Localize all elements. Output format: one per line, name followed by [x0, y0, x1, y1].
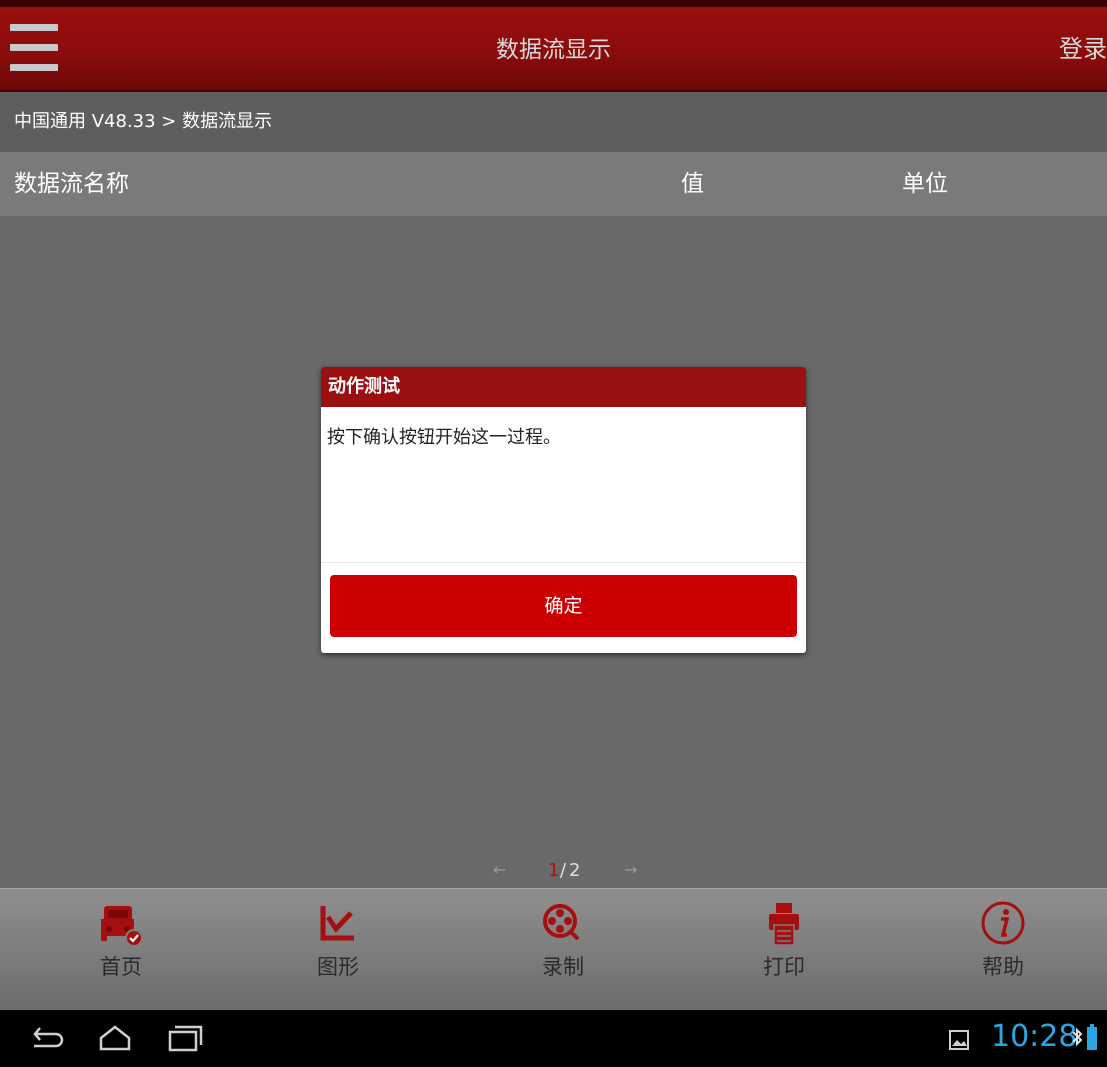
toolbar-help-label: 帮助 [982, 955, 1024, 979]
recents-icon[interactable] [167, 1024, 203, 1052]
system-nav-bar: 10:28 [0, 1010, 1107, 1067]
printer-icon [769, 903, 799, 946]
toolbar-graph-label: 图形 [317, 955, 359, 979]
pagination: ← 1 / 2 → [0, 860, 1107, 884]
breadcrumb: 中国通用 V48.33 > 数据流显示 [0, 92, 1107, 152]
column-header-name: 数据流名称 [14, 171, 129, 197]
back-icon[interactable] [30, 1024, 66, 1052]
bottom-toolbar: 首页 图形 录制 打印 帮助 [0, 888, 1107, 1011]
page-title: 数据流显示 [496, 37, 611, 63]
graph-icon [320, 906, 354, 941]
arrow-left-icon[interactable]: ← [493, 860, 506, 879]
toolbar-print-button[interactable]: 打印 [724, 889, 844, 1011]
total-pages: 2 [569, 860, 581, 881]
current-page: 1 [548, 860, 560, 881]
bluetooth-icon [1072, 1027, 1083, 1047]
dialog-title: 动作测试 [321, 367, 806, 407]
column-header-unit: 单位 [902, 171, 948, 197]
toolbar-home-button[interactable]: 首页 [61, 889, 181, 1011]
toolbar-home-label: 首页 [100, 955, 142, 979]
table-header: 数据流名称 值 单位 [0, 152, 1107, 216]
dialog-divider [321, 562, 806, 563]
film-reel-icon [543, 904, 580, 941]
gallery-icon [949, 1030, 969, 1050]
top-bar: 数据流显示 登录 [0, 0, 1107, 92]
toolbar-record-button[interactable]: 录制 [503, 889, 623, 1011]
battery-icon [1087, 1024, 1097, 1050]
action-test-dialog: 动作测试 按下确认按钮开始这一过程。 确定 [321, 367, 806, 653]
toolbar-record-label: 录制 [542, 955, 584, 979]
toolbar-graph-button[interactable]: 图形 [278, 889, 398, 1011]
page-separator: / [560, 860, 567, 881]
column-header-value: 值 [681, 171, 704, 197]
toolbar-print-label: 打印 [763, 955, 805, 979]
info-icon [981, 901, 1025, 945]
toolbar-help-button[interactable]: 帮助 [943, 889, 1063, 1011]
status-clock: 10:28 [991, 1019, 1078, 1054]
home-icon[interactable] [97, 1024, 133, 1052]
dialog-message: 按下确认按钮开始这一过程。 [327, 427, 561, 448]
car-home-icon [101, 906, 143, 947]
confirm-button[interactable]: 确定 [330, 575, 797, 637]
login-button[interactable]: 登录 [1059, 29, 1107, 64]
arrow-right-icon[interactable]: → [624, 860, 637, 879]
